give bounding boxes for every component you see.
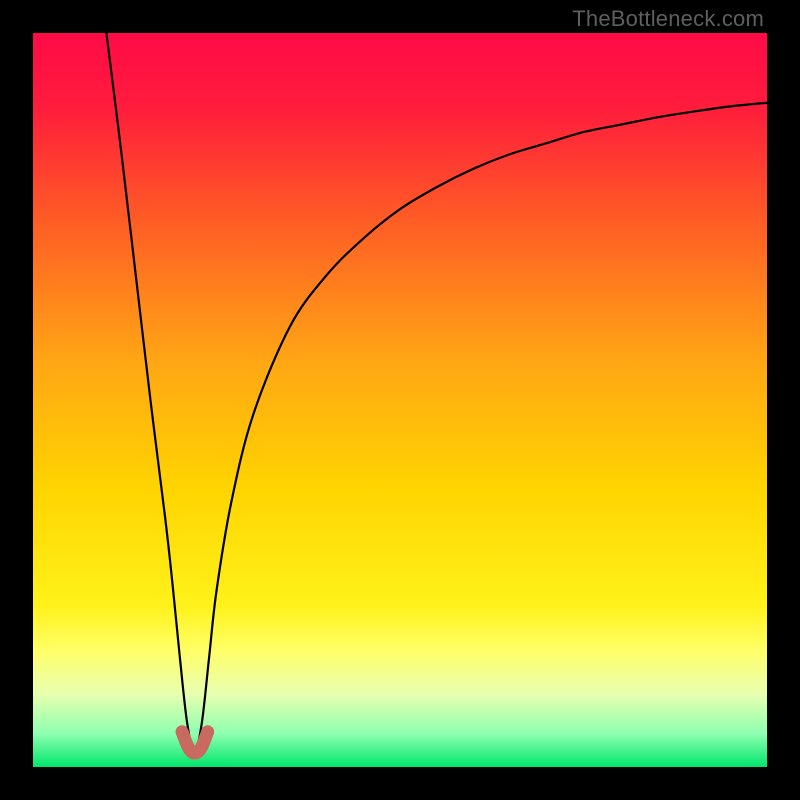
- bottleneck-curve: [106, 33, 767, 752]
- chart-frame: TheBottleneck.com: [0, 0, 800, 800]
- watermark-text: TheBottleneck.com: [572, 6, 764, 32]
- plot-area: [33, 33, 767, 767]
- curve-layer: [33, 33, 767, 767]
- optimum-marker: [182, 732, 208, 753]
